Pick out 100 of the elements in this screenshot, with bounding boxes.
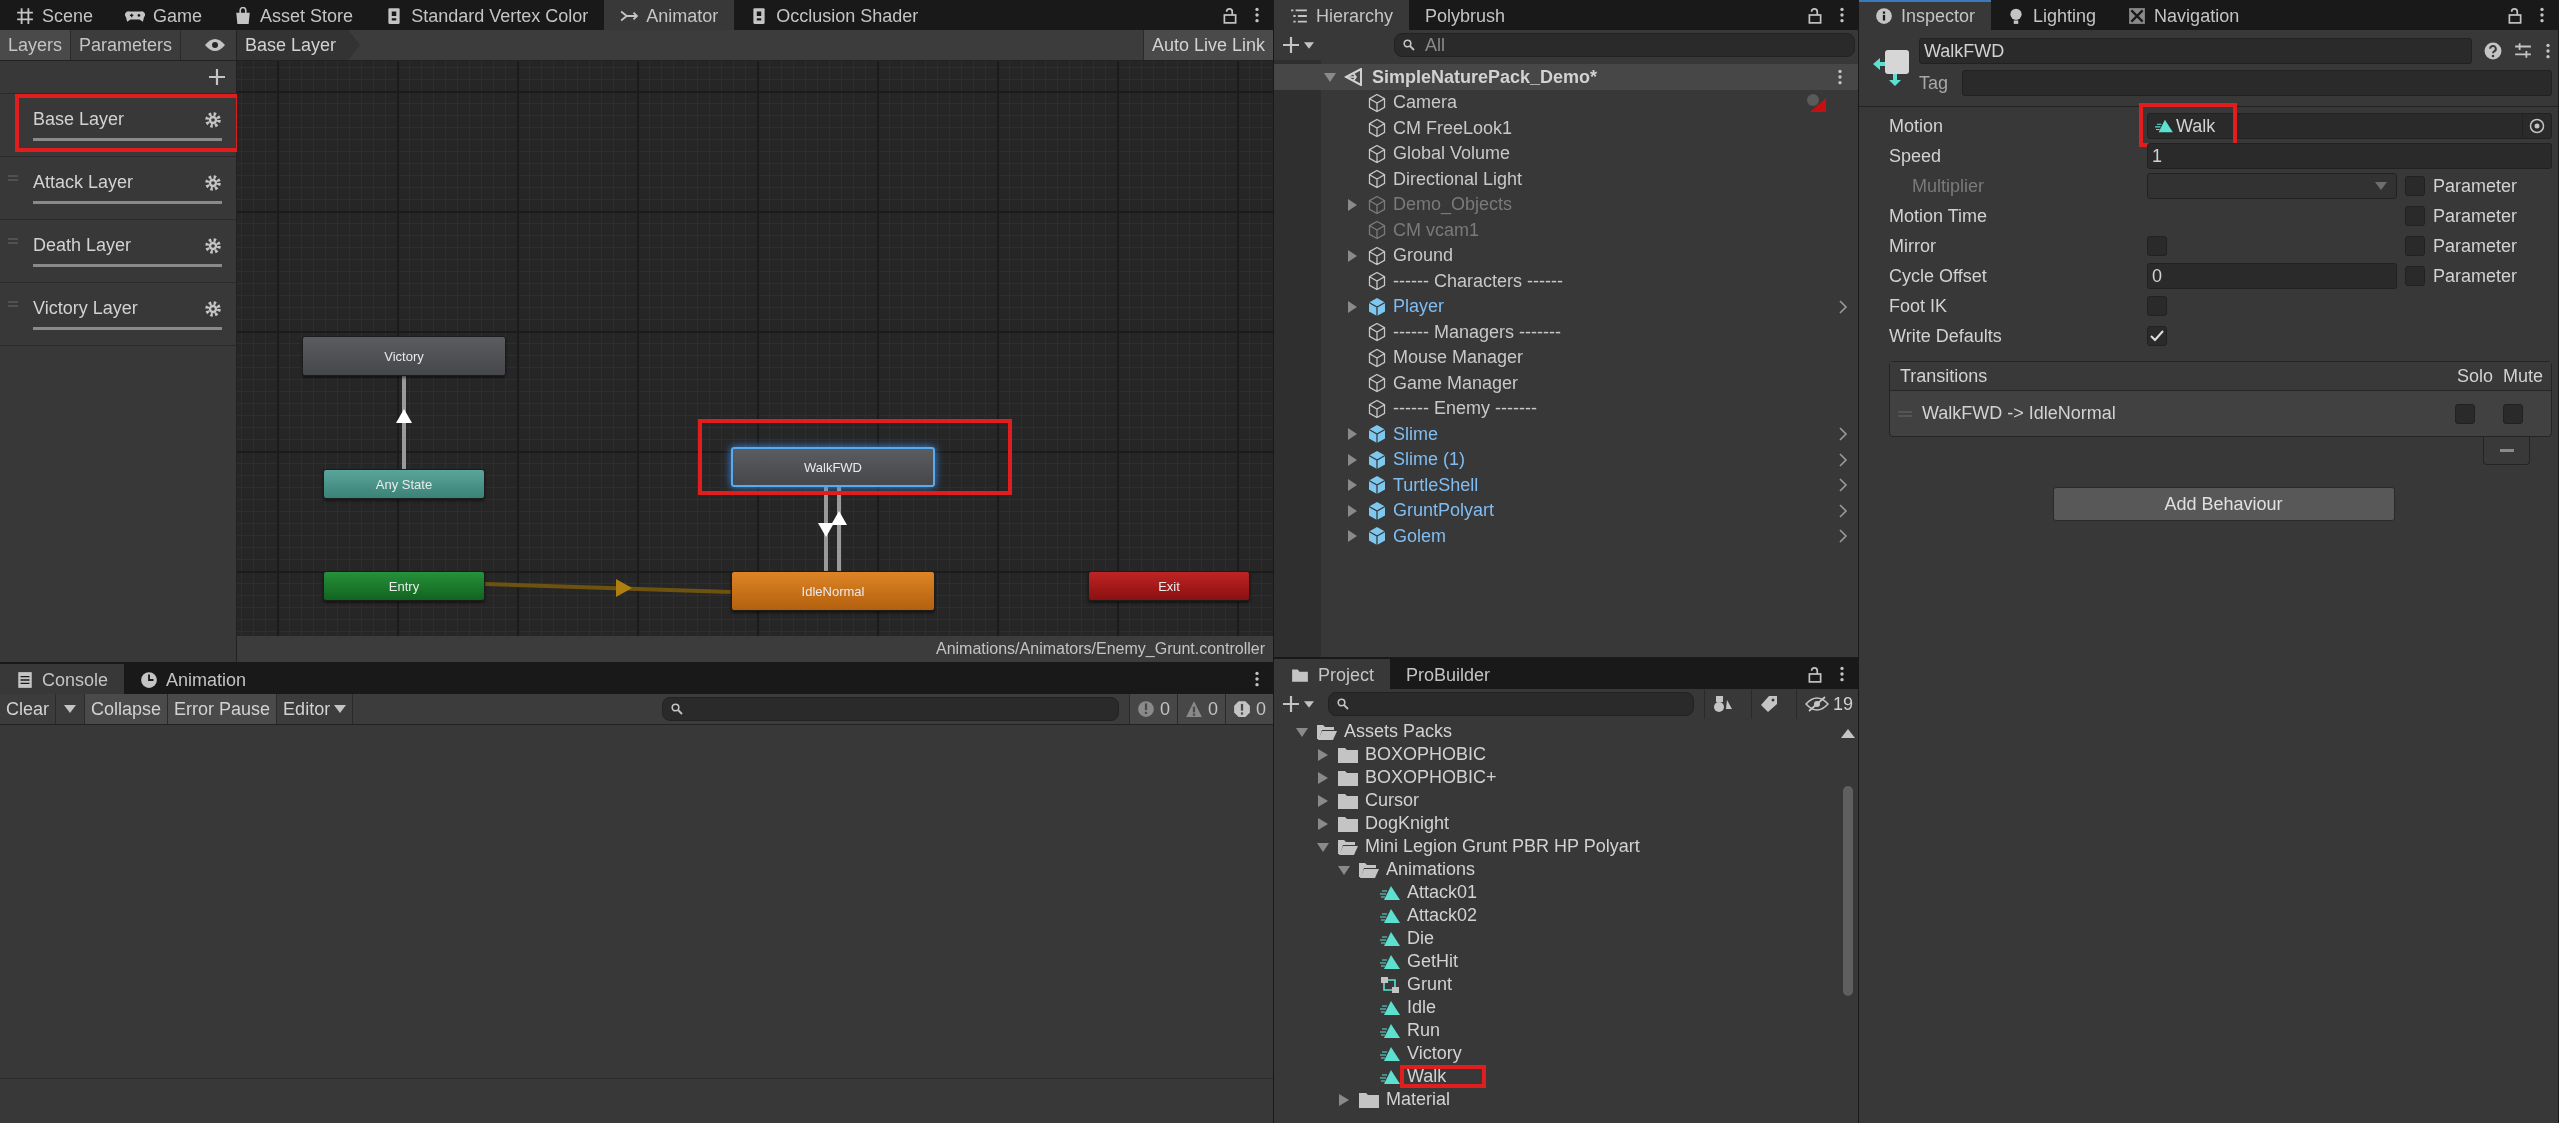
weight-slider[interactable]	[33, 327, 222, 330]
collapse-arrow-icon[interactable]	[1338, 863, 1350, 876]
chevron-right-icon[interactable]	[1838, 477, 1848, 494]
drag-handle-icon[interactable]	[8, 301, 18, 307]
log-count-button[interactable]: 0	[1128, 694, 1177, 724]
hierarchy-item[interactable]: TurtleShell	[1274, 472, 1858, 498]
editor-tab[interactable]: Animator	[604, 0, 735, 30]
editor-tab[interactable]: Game	[109, 0, 219, 30]
weight-slider[interactable]	[33, 201, 222, 204]
transition-arrow[interactable]	[396, 376, 412, 469]
drag-handle-icon[interactable]	[8, 238, 18, 244]
hierarchy-item[interactable]: Slime	[1274, 421, 1858, 447]
editor-tab[interactable]: Occlusion Shader	[734, 0, 935, 30]
editor-tab[interactable]: Polybrush	[1409, 0, 1522, 30]
project-item[interactable]: BOXOPHOBIC+	[1274, 766, 1841, 789]
project-item[interactable]: Animations	[1274, 858, 1841, 881]
project-item[interactable]: Cursor	[1274, 789, 1841, 812]
motion-field[interactable]: Walk	[2147, 113, 2552, 139]
expand-arrow-icon[interactable]	[1347, 428, 1358, 441]
layer-item[interactable]: Death Layer	[0, 220, 236, 283]
hierarchy-item[interactable]: Ground	[1274, 243, 1858, 269]
name-field[interactable]: WalkFWD	[1919, 38, 2472, 64]
remove-button[interactable]	[2483, 437, 2530, 465]
breadcrumb[interactable]: Base Layer	[237, 30, 361, 60]
settings-icon[interactable]	[204, 236, 222, 255]
checkbox[interactable]	[2147, 326, 2167, 346]
settings-icon[interactable]	[204, 173, 222, 192]
hierarchy-item[interactable]: CM FreeLook1	[1274, 115, 1858, 141]
panel-tab[interactable]: Layers	[0, 30, 72, 60]
expand-arrow-icon[interactable]	[1317, 771, 1329, 784]
editor-tab[interactable]: Standard Vertex Color	[369, 0, 605, 30]
expand-arrow-icon[interactable]	[1347, 530, 1358, 543]
settings-icon[interactable]	[204, 299, 222, 318]
hierarchy-item[interactable]: ------ Characters ------	[1274, 268, 1858, 294]
search-field[interactable]: All	[1394, 33, 1855, 57]
expand-arrow-icon[interactable]	[1347, 504, 1358, 517]
project-item[interactable]: Material	[1274, 1088, 1841, 1111]
add-icon[interactable]	[208, 68, 226, 86]
collapse-arrow-icon[interactable]	[1296, 725, 1308, 738]
solo-checkbox[interactable]	[2455, 403, 2475, 424]
log-count-button[interactable]: 0	[1225, 694, 1273, 724]
expand-arrow-icon[interactable]	[1347, 300, 1358, 313]
project-item[interactable]: BOXOPHOBIC	[1274, 743, 1841, 766]
expand-arrow-icon[interactable]	[1317, 817, 1329, 830]
log-count-button[interactable]: 0	[1176, 694, 1225, 724]
transition-item[interactable]: WalkFWD -> IdleNormal	[1890, 391, 2551, 436]
editor-tab[interactable]: Lighting	[1991, 0, 2113, 30]
hierarchy-item[interactable]: Game Manager	[1274, 370, 1858, 396]
editor-tab[interactable]: Inspector	[1859, 0, 1992, 30]
chevron-right-icon[interactable]	[1838, 451, 1848, 468]
chevron-right-icon[interactable]	[1838, 502, 1848, 519]
project-item[interactable]: Die	[1274, 927, 1841, 950]
hierarchy-item[interactable]: ------ Enemy -------	[1274, 396, 1858, 422]
editor-tab[interactable]: Hierarchy	[1274, 0, 1410, 30]
object-picker-icon[interactable]	[2529, 118, 2545, 134]
weight-slider[interactable]	[33, 138, 222, 141]
collapse-arrow-icon[interactable]	[1324, 71, 1336, 83]
layer-item[interactable]: Victory Layer	[0, 283, 236, 346]
editor-tab[interactable]: Console	[0, 664, 125, 694]
project-item[interactable]: Run	[1274, 1019, 1841, 1042]
chevron-right-icon[interactable]	[1838, 528, 1848, 545]
state-node[interactable]: Exit	[1088, 571, 1250, 601]
state-node[interactable]: Victory	[302, 336, 506, 376]
editor-tab[interactable]: ProBuilder	[1390, 659, 1507, 689]
expand-arrow-icon[interactable]	[1347, 249, 1358, 262]
editor-tab[interactable]: Project	[1274, 659, 1391, 689]
project-item[interactable]: Mini Legion Grunt PBR HP Polyart	[1274, 835, 1841, 858]
editor-tab[interactable]: Asset Store	[218, 0, 370, 30]
editor-tab[interactable]: Scene	[0, 0, 110, 30]
number-field[interactable]: 1	[2147, 143, 2552, 169]
project-item[interactable]: Assets Packs	[1274, 720, 1841, 743]
expand-arrow-icon[interactable]	[1317, 794, 1329, 807]
settings-icon[interactable]	[204, 110, 222, 129]
eye-icon[interactable]	[204, 38, 226, 52]
layer-item[interactable]: Attack Layer	[0, 157, 236, 220]
editor-tab[interactable]: Navigation	[2112, 0, 2256, 30]
weight-slider[interactable]	[33, 264, 222, 267]
project-item[interactable]: GetHit	[1274, 950, 1841, 973]
drag-handle-icon[interactable]	[8, 175, 18, 181]
collapse-arrow-icon[interactable]	[1317, 840, 1329, 853]
number-field[interactable]: 0	[2147, 263, 2397, 289]
chevron-right-icon[interactable]	[1838, 298, 1848, 315]
expand-arrow-icon[interactable]	[1338, 1093, 1350, 1106]
hierarchy-item[interactable]: Camera	[1274, 90, 1858, 116]
scroll-up-icon[interactable]	[1841, 729, 1855, 738]
sliders-icon[interactable]	[2514, 42, 2532, 60]
project-item[interactable]: Grunt	[1274, 973, 1841, 996]
auto-live-link-button[interactable]: Auto Live Link	[1142, 30, 1273, 60]
hierarchy-item[interactable]: Player	[1274, 294, 1858, 320]
chevron-right-icon[interactable]	[1838, 426, 1848, 443]
expand-arrow-icon[interactable]	[1317, 748, 1329, 761]
add-behaviour-button[interactable]: Add Behaviour	[2052, 487, 2395, 521]
project-item[interactable]: Attack01	[1274, 881, 1841, 904]
project-item[interactable]: Walk	[1274, 1065, 1841, 1088]
toggle-button[interactable]: Collapse	[85, 694, 169, 724]
hierarchy-item[interactable]: Directional Light	[1274, 166, 1858, 192]
hidden-packages-button[interactable]: 19	[1795, 689, 1855, 719]
help-icon[interactable]	[2484, 42, 2502, 60]
transition-arrow[interactable]	[818, 487, 834, 571]
transition-arrow[interactable]	[831, 487, 847, 571]
